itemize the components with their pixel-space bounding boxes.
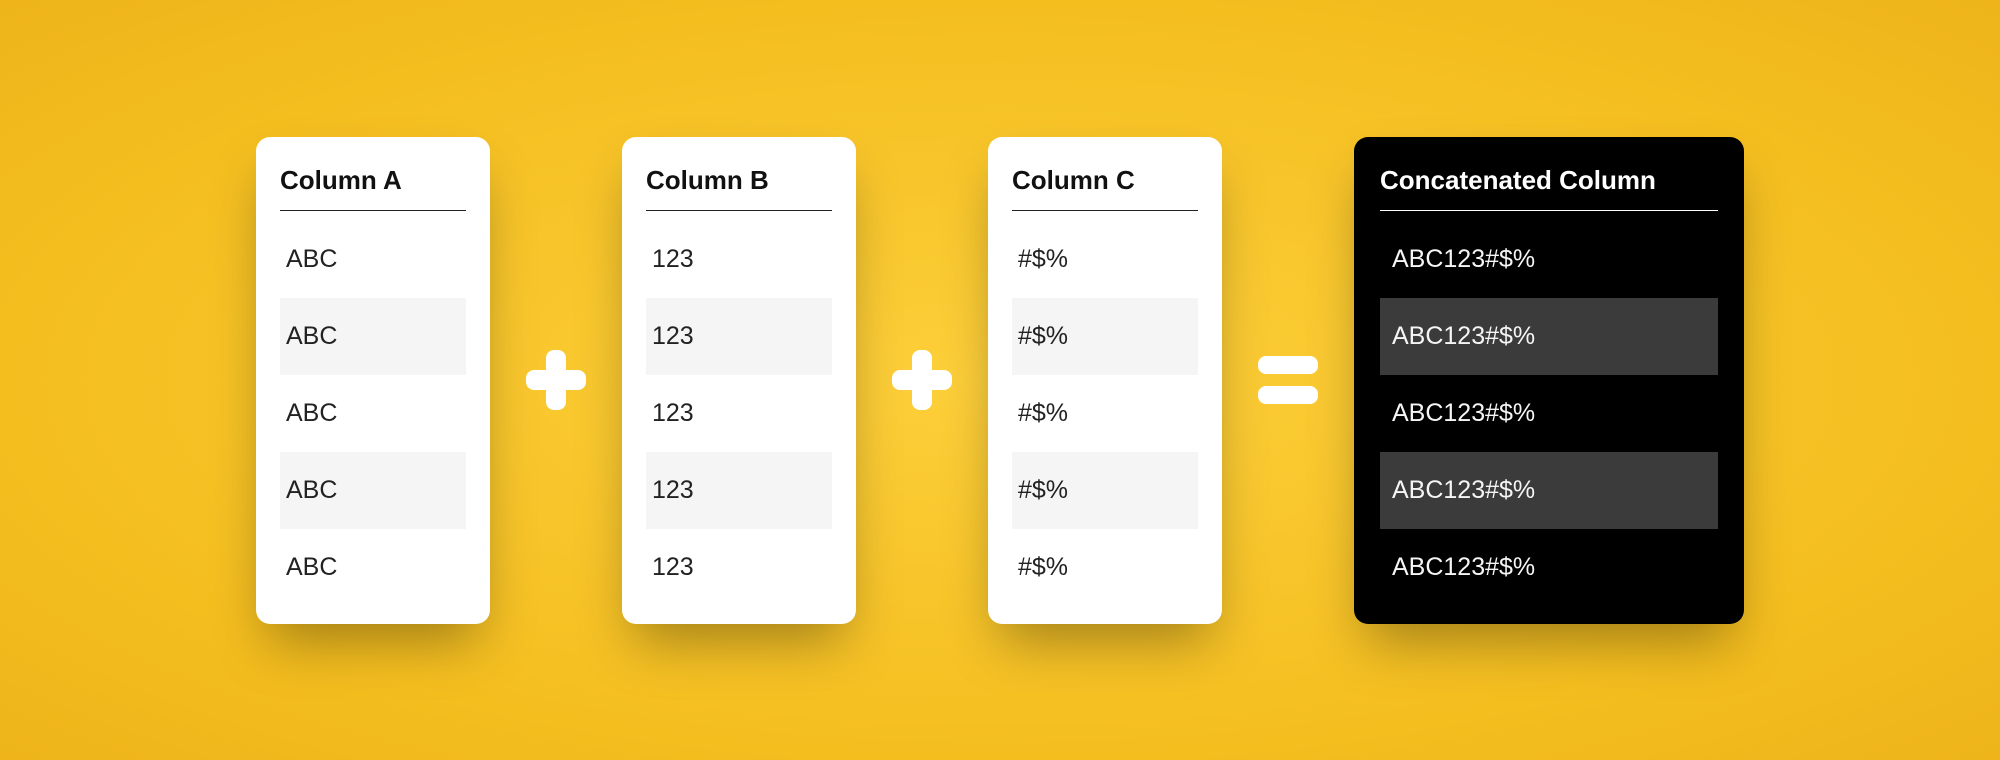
table-row: ABC — [280, 298, 466, 375]
table-row: ABC — [280, 529, 466, 606]
column-a-card: Column A ABC ABC ABC ABC ABC — [256, 137, 490, 624]
table-row: #$% — [1012, 298, 1198, 375]
column-b-card: Column B 123 123 123 123 123 — [622, 137, 856, 624]
column-a-header: Column A — [280, 165, 466, 211]
table-row: #$% — [1012, 452, 1198, 529]
column-c-card: Column C #$% #$% #$% #$% #$% — [988, 137, 1222, 624]
equals-icon — [1252, 356, 1324, 404]
column-b-header: Column B — [646, 165, 832, 211]
table-row: ABC123#$% — [1380, 375, 1718, 452]
table-row: 123 — [646, 375, 832, 452]
plus-icon — [520, 350, 592, 410]
table-row: 123 — [646, 221, 832, 298]
table-row: #$% — [1012, 221, 1198, 298]
result-card: Concatenated Column ABC123#$% ABC123#$% … — [1354, 137, 1744, 624]
table-row: ABC123#$% — [1380, 529, 1718, 606]
table-row: 123 — [646, 298, 832, 375]
table-row: #$% — [1012, 375, 1198, 452]
table-row: ABC123#$% — [1380, 452, 1718, 529]
result-header: Concatenated Column — [1380, 165, 1718, 211]
table-row: ABC123#$% — [1380, 221, 1718, 298]
diagram-stage: Column A ABC ABC ABC ABC ABC Column B 12… — [256, 137, 1744, 624]
table-row: 123 — [646, 452, 832, 529]
table-row: ABC — [280, 452, 466, 529]
table-row: ABC123#$% — [1380, 298, 1718, 375]
column-c-header: Column C — [1012, 165, 1198, 211]
table-row: #$% — [1012, 529, 1198, 606]
table-row: ABC — [280, 221, 466, 298]
plus-icon — [886, 350, 958, 410]
table-row: ABC — [280, 375, 466, 452]
table-row: 123 — [646, 529, 832, 606]
